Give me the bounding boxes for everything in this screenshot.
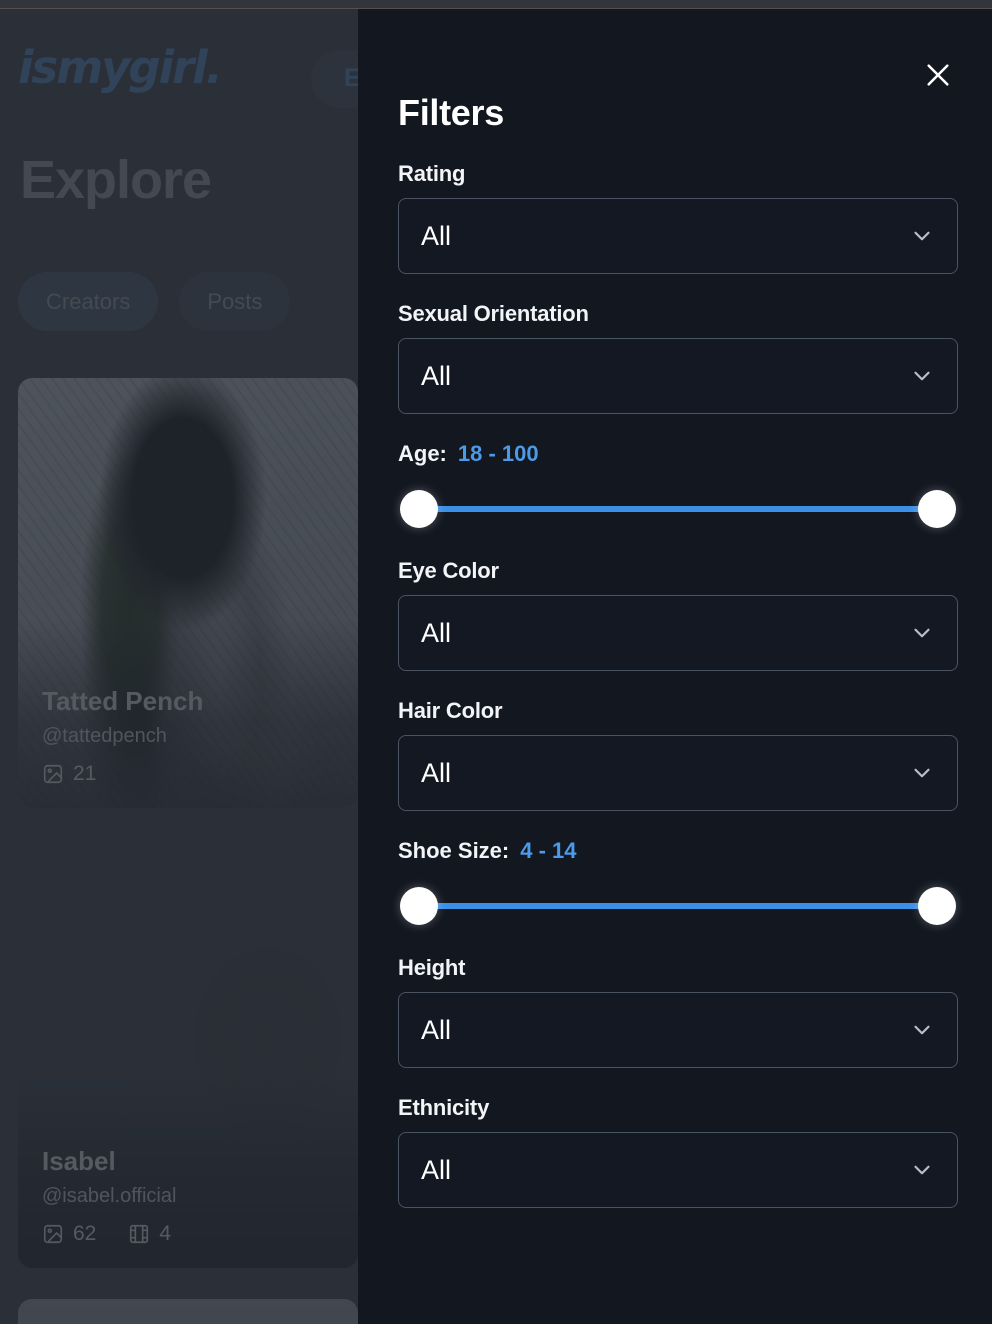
filter-field-age: Age: 18 - 100 (398, 441, 958, 529)
app-root: ismygirl. Ex Explore Creators Posts Tatt… (0, 0, 992, 1324)
film-icon (128, 1223, 150, 1245)
slider-age-thumb-max[interactable] (918, 490, 956, 528)
photo-count-value: 21 (73, 762, 97, 785)
page-title: Explore (20, 150, 212, 210)
filter-label-eye-color: Eye Color (398, 558, 499, 583)
filter-field-eye-color: Eye Color All (398, 558, 958, 671)
slider-age-thumb-min[interactable] (400, 490, 438, 528)
select-rating[interactable]: All (398, 198, 958, 274)
creator-card-meta: Isabel @isabel.official 62 4 (42, 1146, 176, 1246)
select-height[interactable]: All (398, 992, 958, 1068)
chevron-down-icon (909, 620, 935, 646)
filter-field-ethnicity: Ethnicity All (398, 1095, 958, 1208)
filter-field-hair-color: Hair Color All (398, 698, 958, 811)
creator-handle: @tattedpench (42, 725, 167, 747)
photo-count-stat: 21 (42, 762, 96, 786)
image-icon (42, 763, 64, 785)
creator-stats: 21 (42, 762, 203, 786)
select-height-value: All (421, 1014, 452, 1045)
filter-age-header: Age: 18 - 100 (398, 441, 958, 467)
close-icon (922, 59, 954, 96)
chevron-down-icon (909, 1017, 935, 1043)
creator-card[interactable]: Tatted Pench @tattedpench 21 (18, 378, 358, 808)
select-rating-value: All (421, 220, 452, 251)
filters-drawer: Filters Rating All Sexual Orientation Al… (358, 9, 992, 1324)
filter-label-hair-color: Hair Color (398, 698, 503, 723)
creator-card[interactable] (18, 1299, 358, 1324)
filter-value-shoe-size: 4 - 14 (520, 838, 577, 863)
select-eye-color[interactable]: All (398, 595, 958, 671)
chevron-down-icon (909, 760, 935, 786)
filter-label-rating: Rating (398, 161, 466, 186)
site-logo[interactable]: ismygirl. (18, 41, 223, 94)
image-icon (42, 1223, 64, 1245)
select-hair-color[interactable]: All (398, 735, 958, 811)
filter-field-shoe-size: Shoe Size: 4 - 14 (398, 838, 958, 926)
tab-posts-label: Posts (207, 288, 263, 314)
tab-creators[interactable]: Creators (18, 272, 159, 331)
select-ethnicity[interactable]: All (398, 1132, 958, 1208)
filter-label-shoe-size: Shoe Size: (398, 838, 510, 863)
filter-value-age: 18 - 100 (457, 441, 539, 466)
filter-field-height: Height All (398, 955, 958, 1068)
filter-label-ethnicity: Ethnicity (398, 1095, 490, 1120)
slider-age-track (420, 506, 936, 512)
chevron-down-icon (909, 1157, 935, 1183)
creator-stats: 62 4 (42, 1222, 176, 1246)
filters-field-list: Rating All Sexual Orientation All Age: 1… (398, 161, 958, 1235)
close-drawer-button[interactable] (918, 57, 958, 97)
slider-age[interactable] (398, 489, 958, 529)
filter-label-sexual-orientation: Sexual Orientation (398, 301, 589, 326)
browser-top-strip (0, 0, 992, 9)
slider-shoe-size-thumb-max[interactable] (918, 887, 956, 925)
chevron-down-icon (909, 363, 935, 389)
creator-card-meta: Tatted Pench @tattedpench 21 (42, 686, 203, 786)
photo-count-value: 62 (73, 1222, 97, 1245)
creator-card-image (18, 1299, 358, 1324)
chevron-down-icon (909, 223, 935, 249)
filter-label-age: Age: (398, 441, 447, 466)
select-sexual-orientation[interactable]: All (398, 338, 958, 414)
tab-row: Creators Posts (18, 272, 291, 331)
creator-name: Tatted Pench (42, 686, 204, 716)
select-hair-color-value: All (421, 757, 452, 788)
creator-card[interactable]: Isabel @isabel.official 62 4 (18, 838, 358, 1268)
select-ethnicity-value: All (421, 1154, 452, 1185)
slider-shoe-size[interactable] (398, 886, 958, 926)
photo-count-stat: 62 (42, 1222, 96, 1246)
creator-name: Isabel (42, 1146, 116, 1176)
select-sexual-orientation-value: All (421, 360, 452, 391)
slider-shoe-size-thumb-min[interactable] (400, 887, 438, 925)
filter-label-height: Height (398, 955, 466, 980)
logo-dot: . (205, 41, 223, 94)
video-count-stat: 4 (128, 1222, 171, 1246)
tab-creators-label: Creators (46, 288, 131, 314)
slider-shoe-size-track (420, 903, 936, 909)
filter-field-rating: Rating All (398, 161, 958, 274)
drawer-title: Filters (398, 92, 504, 133)
filter-shoe-size-header: Shoe Size: 4 - 14 (398, 838, 958, 864)
tab-posts[interactable]: Posts (179, 272, 291, 331)
select-eye-color-value: All (421, 617, 452, 648)
creator-handle: @isabel.official (42, 1185, 177, 1207)
video-count-value: 4 (159, 1222, 172, 1245)
filter-field-sexual-orientation: Sexual Orientation All (398, 301, 958, 414)
logo-text: ismygirl (18, 41, 208, 94)
